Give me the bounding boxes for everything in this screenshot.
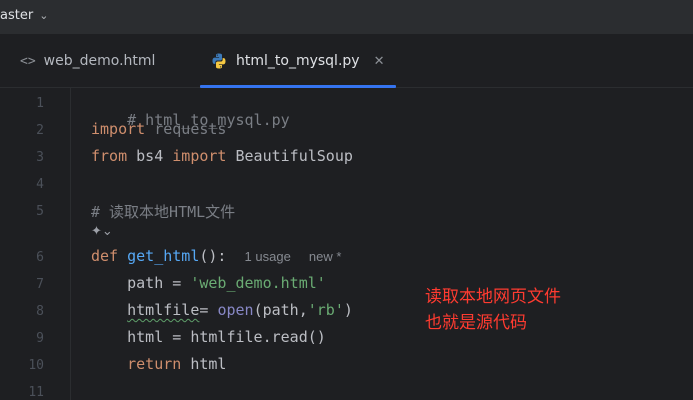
tab-label: html_to_mysql.py xyxy=(236,53,360,69)
line-number: 1 xyxy=(36,96,44,111)
code-args: (path, xyxy=(253,301,308,319)
code-line-5: # 读取本地HTML文件 xyxy=(91,201,235,222)
annotation-line-1: 读取本地网页文件 xyxy=(425,287,561,307)
class-name: BeautifulSoup xyxy=(226,147,353,165)
comment: # 读取本地HTML文件 xyxy=(91,203,236,221)
code-punctuation: ) xyxy=(343,301,353,319)
line-number: 7 xyxy=(36,277,44,292)
tab-html-to-mysql-py[interactable]: html_to_mysql.py ✕ xyxy=(200,35,396,88)
variable: htmlfile xyxy=(127,301,200,319)
top-toolbar: aster ⌄ xyxy=(0,0,693,35)
annotation-line-2: 也就是源代码 xyxy=(425,313,527,333)
tab-web-demo-html[interactable]: <> web_demo.html xyxy=(20,35,155,87)
editor-tab-bar: <> web_demo.html html_to_mysql.py ✕ xyxy=(0,35,693,88)
code-line-7: path = 'web_demo.html' xyxy=(91,274,326,292)
string-literal: 'web_demo.html' xyxy=(190,274,326,292)
builtin-function: open xyxy=(217,301,254,319)
keyword: return xyxy=(127,355,182,373)
close-icon[interactable]: ✕ xyxy=(374,54,385,69)
line-number: 10 xyxy=(28,358,44,373)
variable: path xyxy=(127,274,164,292)
function-name: get_html xyxy=(127,247,200,265)
code-line-2: import requests xyxy=(91,120,226,138)
line-number: 4 xyxy=(36,177,44,192)
line-number: 11 xyxy=(28,385,44,400)
keyword: import xyxy=(172,147,227,165)
usage-inlay-hint[interactable]: 1 usage xyxy=(245,249,291,264)
keyword: def xyxy=(91,247,119,265)
tab-label: web_demo.html xyxy=(43,53,156,69)
operator: = xyxy=(199,301,218,319)
branch-label: aster xyxy=(0,7,34,23)
variable: html xyxy=(181,355,227,373)
python-icon xyxy=(210,52,228,70)
code-line-9: html = htmlfile.read() xyxy=(91,328,326,346)
code-text: html = htmlfile.read() xyxy=(127,328,326,346)
code-line-8: htmlfile= open(path,'rb') xyxy=(91,301,353,319)
author-inlay-hint[interactable]: new * xyxy=(309,249,342,264)
line-number: 2 xyxy=(36,123,44,138)
gutter-divider xyxy=(70,88,71,400)
branch-selector[interactable]: aster ⌄ xyxy=(0,5,48,25)
code-line-6: def get_html(): 1 usage new * xyxy=(91,247,341,265)
keyword: import xyxy=(91,120,146,138)
code-punctuation: (): xyxy=(199,247,227,265)
keyword: from xyxy=(91,147,128,165)
code-line-10: return html xyxy=(91,355,226,373)
module-name: bs4 xyxy=(127,147,173,165)
module-name: requests xyxy=(145,120,227,138)
html-icon: <> xyxy=(20,53,36,69)
line-number: 5 xyxy=(36,204,44,219)
string-literal: 'rb' xyxy=(307,301,344,319)
ai-assistant-icon[interactable]: ✦⌄ xyxy=(91,224,113,239)
chevron-down-icon: ⌄ xyxy=(39,8,49,22)
code-editor[interactable]: 1 2 3 4 5 6 7 8 9 10 11 # html_to_mysql.… xyxy=(0,88,693,400)
line-number: 6 xyxy=(36,250,44,265)
code-line-3: from bs4 import BeautifulSoup xyxy=(91,147,353,165)
red-annotation: 读取本地网页文件 也就是源代码 xyxy=(425,284,561,336)
line-number: 3 xyxy=(36,150,44,165)
line-number: 9 xyxy=(36,331,44,346)
operator: = xyxy=(163,274,191,292)
line-number: 8 xyxy=(36,304,44,319)
